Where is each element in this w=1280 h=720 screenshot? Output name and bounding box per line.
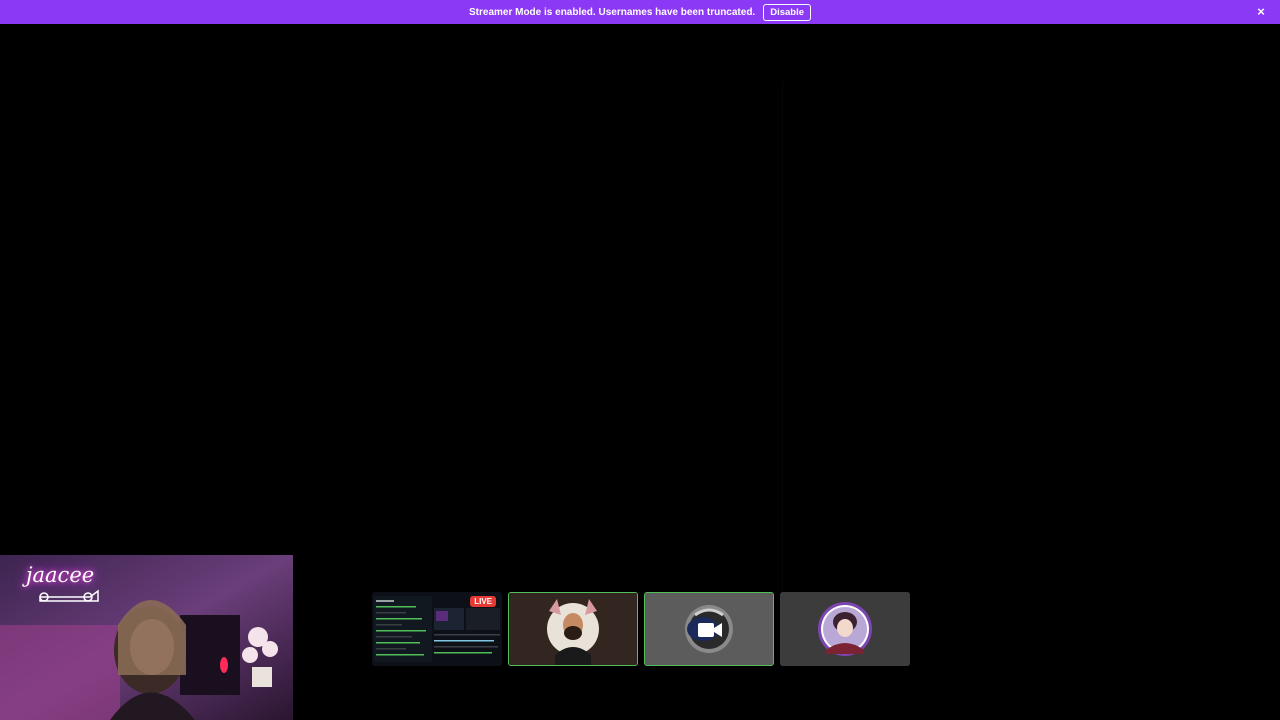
tile-participant-video[interactable] xyxy=(508,592,638,666)
participant-tiles: LIVE xyxy=(372,592,910,666)
stage-divider xyxy=(782,82,783,602)
live-badge: LIVE xyxy=(470,596,496,607)
streamer-mode-banner: Streamer Mode is enabled. Usernames have… xyxy=(0,0,1280,24)
streamer-mode-message: Streamer Mode is enabled. Usernames have… xyxy=(468,6,756,18)
disable-streamer-mode-button[interactable]: Disable xyxy=(763,3,811,21)
tile-participant-avatar[interactable] xyxy=(780,592,910,666)
streamer-name-neon: jaacee xyxy=(26,563,95,587)
tile-participant-camera-off[interactable] xyxy=(644,592,774,666)
participant-avatar xyxy=(780,592,910,666)
streaming-app: Streamer Mode is enabled. Usernames have… xyxy=(0,0,1280,720)
tile-screenshare[interactable]: LIVE xyxy=(372,592,502,666)
participant-video-thumbnail xyxy=(509,593,637,665)
close-icon[interactable]: × xyxy=(1254,5,1268,19)
streamer-webcam-overlay: jaacee xyxy=(0,555,293,720)
video-camera-icon xyxy=(698,623,722,637)
